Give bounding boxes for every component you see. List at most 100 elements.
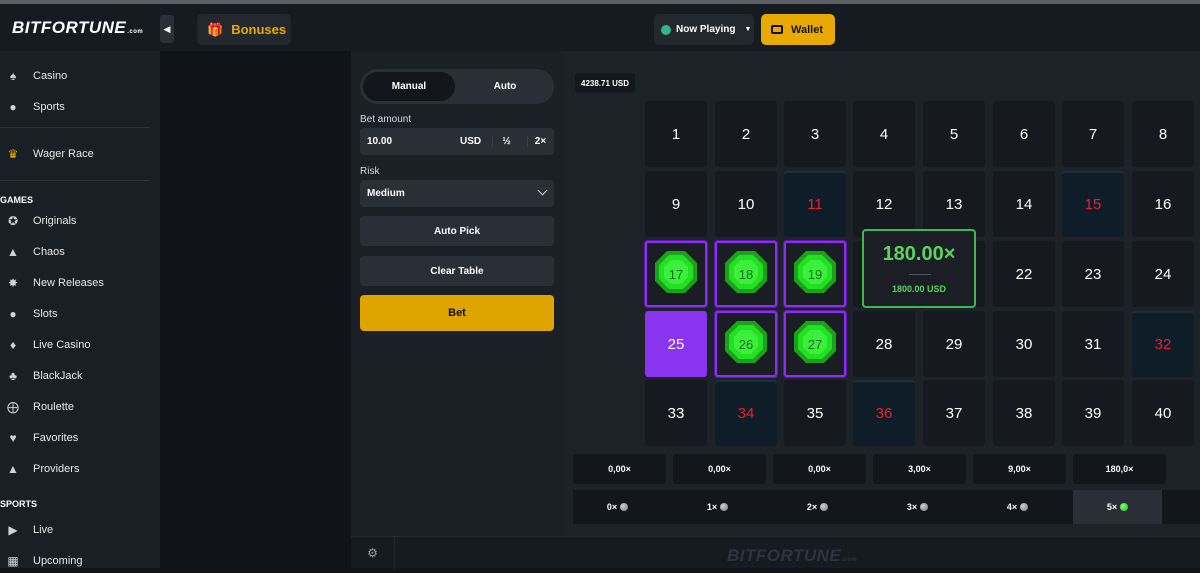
site-logo[interactable]: BITFORTUNE.com (12, 18, 143, 38)
number-tile[interactable]: 22 (993, 241, 1055, 307)
sidebar-item-casino[interactable]: ♠ Casino (0, 64, 67, 88)
hit-tile[interactable]: 17 (645, 241, 707, 307)
bet-amount-label: Bet amount (360, 114, 412, 125)
blackjack-icon: ♣ (9, 369, 17, 383)
number-tile[interactable]: 2 (715, 101, 777, 167)
tab-auto[interactable]: Auto (459, 72, 551, 101)
hits-cell: 0× (573, 490, 662, 524)
sidebar-item-new-releases[interactable]: ✸ New Releases (0, 271, 104, 295)
trophy-icon: ♛ (7, 147, 19, 161)
drawn-tile[interactable]: 32 (1132, 311, 1194, 377)
selected-tile[interactable]: 25 (645, 311, 707, 377)
sidebar-collapse-button[interactable]: ◀ (160, 15, 174, 43)
balance-display: 4238.71 USD (575, 73, 636, 93)
sidebar-item-label: Providers (33, 463, 80, 475)
number-tile[interactable]: 31 (1062, 311, 1124, 377)
sidebar-item-originals[interactable]: ✪ Originals (0, 209, 76, 233)
tile-number: 17 (668, 266, 684, 282)
risk-select[interactable]: Medium (360, 180, 554, 207)
tile-number: 26 (738, 336, 754, 352)
gift-icon: 🎁 (207, 21, 224, 37)
games-heading: GAMES (0, 195, 34, 205)
sidebar-item-sports[interactable]: ● Sports (0, 95, 65, 119)
gem-indicator-icon (1020, 503, 1029, 511)
win-popup: 180.00× 1800.00 USD (862, 229, 976, 308)
gem-indicator-icon (720, 503, 729, 511)
number-tile[interactable]: 5 (923, 101, 985, 167)
sidebar-item-slots[interactable]: ● Slots (0, 302, 57, 326)
number-tile[interactable]: 35 (784, 380, 846, 446)
number-tile[interactable]: 37 (923, 380, 985, 446)
number-tile[interactable]: 33 (645, 380, 707, 446)
payout-cell: 3,00× (873, 454, 966, 484)
win-divider (909, 274, 931, 275)
half-bet-button[interactable]: ½ (492, 136, 520, 147)
wallet-button[interactable]: Wallet (761, 14, 835, 45)
number-tile[interactable]: 28 (853, 311, 915, 377)
hit-tile[interactable]: 26 (715, 311, 777, 377)
risk-label: Risk (360, 166, 380, 177)
win-multiplier: 180.00× (882, 243, 956, 265)
number-tile[interactable]: 16 (1132, 171, 1194, 237)
sidebar-item-upcoming[interactable]: ▦ Upcoming (0, 549, 82, 573)
hits-cell: 2× (773, 490, 862, 524)
number-tile[interactable]: 40 (1132, 380, 1194, 446)
sidebar-item-label: Live Casino (33, 339, 91, 351)
sidebar-item-wager-race[interactable]: ♛ Wager Race (0, 142, 94, 166)
cherries-icon: ● (9, 307, 17, 321)
bet-button[interactable]: Bet (360, 295, 554, 331)
number-tile[interactable]: 14 (993, 171, 1055, 237)
mode-toggle: Manual Auto (360, 69, 554, 104)
number-tile[interactable]: 9 (645, 171, 707, 237)
drawn-tile[interactable]: 11 (784, 171, 846, 237)
sidebar-item-label: Chaos (33, 246, 65, 258)
bet-controls-panel: Manual Auto Bet amount 10.00 USD ½ 2× Ri… (351, 51, 563, 536)
clear-table-button[interactable]: Clear Table (360, 256, 554, 286)
number-tile[interactable]: 3 (784, 101, 846, 167)
number-tile[interactable]: 30 (993, 311, 1055, 377)
tab-manual[interactable]: Manual (363, 72, 455, 101)
number-tile[interactable]: 8 (1132, 101, 1194, 167)
number-tile[interactable]: 1 (645, 101, 707, 167)
payout-cell: 0,00× (573, 454, 666, 484)
number-tile[interactable]: 12 (853, 171, 915, 237)
drawn-tile[interactable]: 36 (853, 380, 915, 446)
number-tile[interactable]: 38 (993, 380, 1055, 446)
number-tile[interactable]: 29 (923, 311, 985, 377)
number-tile[interactable]: 10 (715, 171, 777, 237)
sidebar-item-chaos[interactable]: ▲ Chaos (0, 240, 65, 264)
number-tile[interactable]: 7 (1062, 101, 1124, 167)
payout-cell: 9,00× (973, 454, 1066, 484)
auto-pick-button[interactable]: Auto Pick (360, 216, 554, 246)
tile-number: 19 (807, 266, 823, 282)
bet-amount-field[interactable]: 10.00 USD ½ 2× (360, 128, 554, 155)
sidebar-item-label: Sports (33, 101, 65, 113)
hit-tile[interactable]: 18 (715, 241, 777, 307)
sidebar-item-live-casino[interactable]: ♦ Live Casino (0, 333, 91, 357)
sidebar-item-label: Roulette (33, 401, 74, 413)
sidebar-item-providers[interactable]: ▲ Providers (0, 457, 79, 481)
number-tile[interactable]: 39 (1062, 380, 1124, 446)
number-tile[interactable]: 6 (993, 101, 1055, 167)
hit-tile[interactable]: 19 (784, 241, 846, 307)
drawn-tile[interactable]: 15 (1062, 171, 1124, 237)
number-tile[interactable]: 24 (1132, 241, 1194, 307)
sidebar-item-blackjack[interactable]: ♣ BlackJack (0, 364, 82, 388)
sidebar-item-favorites[interactable]: ♥ Favorites (0, 426, 78, 450)
now-playing-dropdown[interactable]: Now Playing ▼ (654, 14, 754, 45)
hits-row: 0× 1× 2× 3× 4× 5× (573, 490, 1200, 524)
hit-tile[interactable]: 27 (784, 311, 846, 377)
gear-icon[interactable]: ⚙ (351, 537, 395, 569)
sidebar-item-roulette[interactable]: ⨁ Roulette (0, 395, 74, 419)
sidebar-item-live[interactable]: ▶ Live (0, 518, 53, 542)
coin-icon (661, 24, 671, 35)
sports-heading: SPORTS (0, 499, 38, 509)
number-tile[interactable]: 4 (853, 101, 915, 167)
basketball-icon: ● (9, 100, 17, 114)
drawn-tile[interactable]: 34 (715, 380, 777, 446)
payout-cell: 0,00× (673, 454, 766, 484)
double-bet-button[interactable]: 2× (527, 136, 553, 147)
number-tile[interactable]: 13 (923, 171, 985, 237)
number-tile[interactable]: 23 (1062, 241, 1124, 307)
bonuses-button[interactable]: 🎁 Bonuses (197, 14, 291, 45)
